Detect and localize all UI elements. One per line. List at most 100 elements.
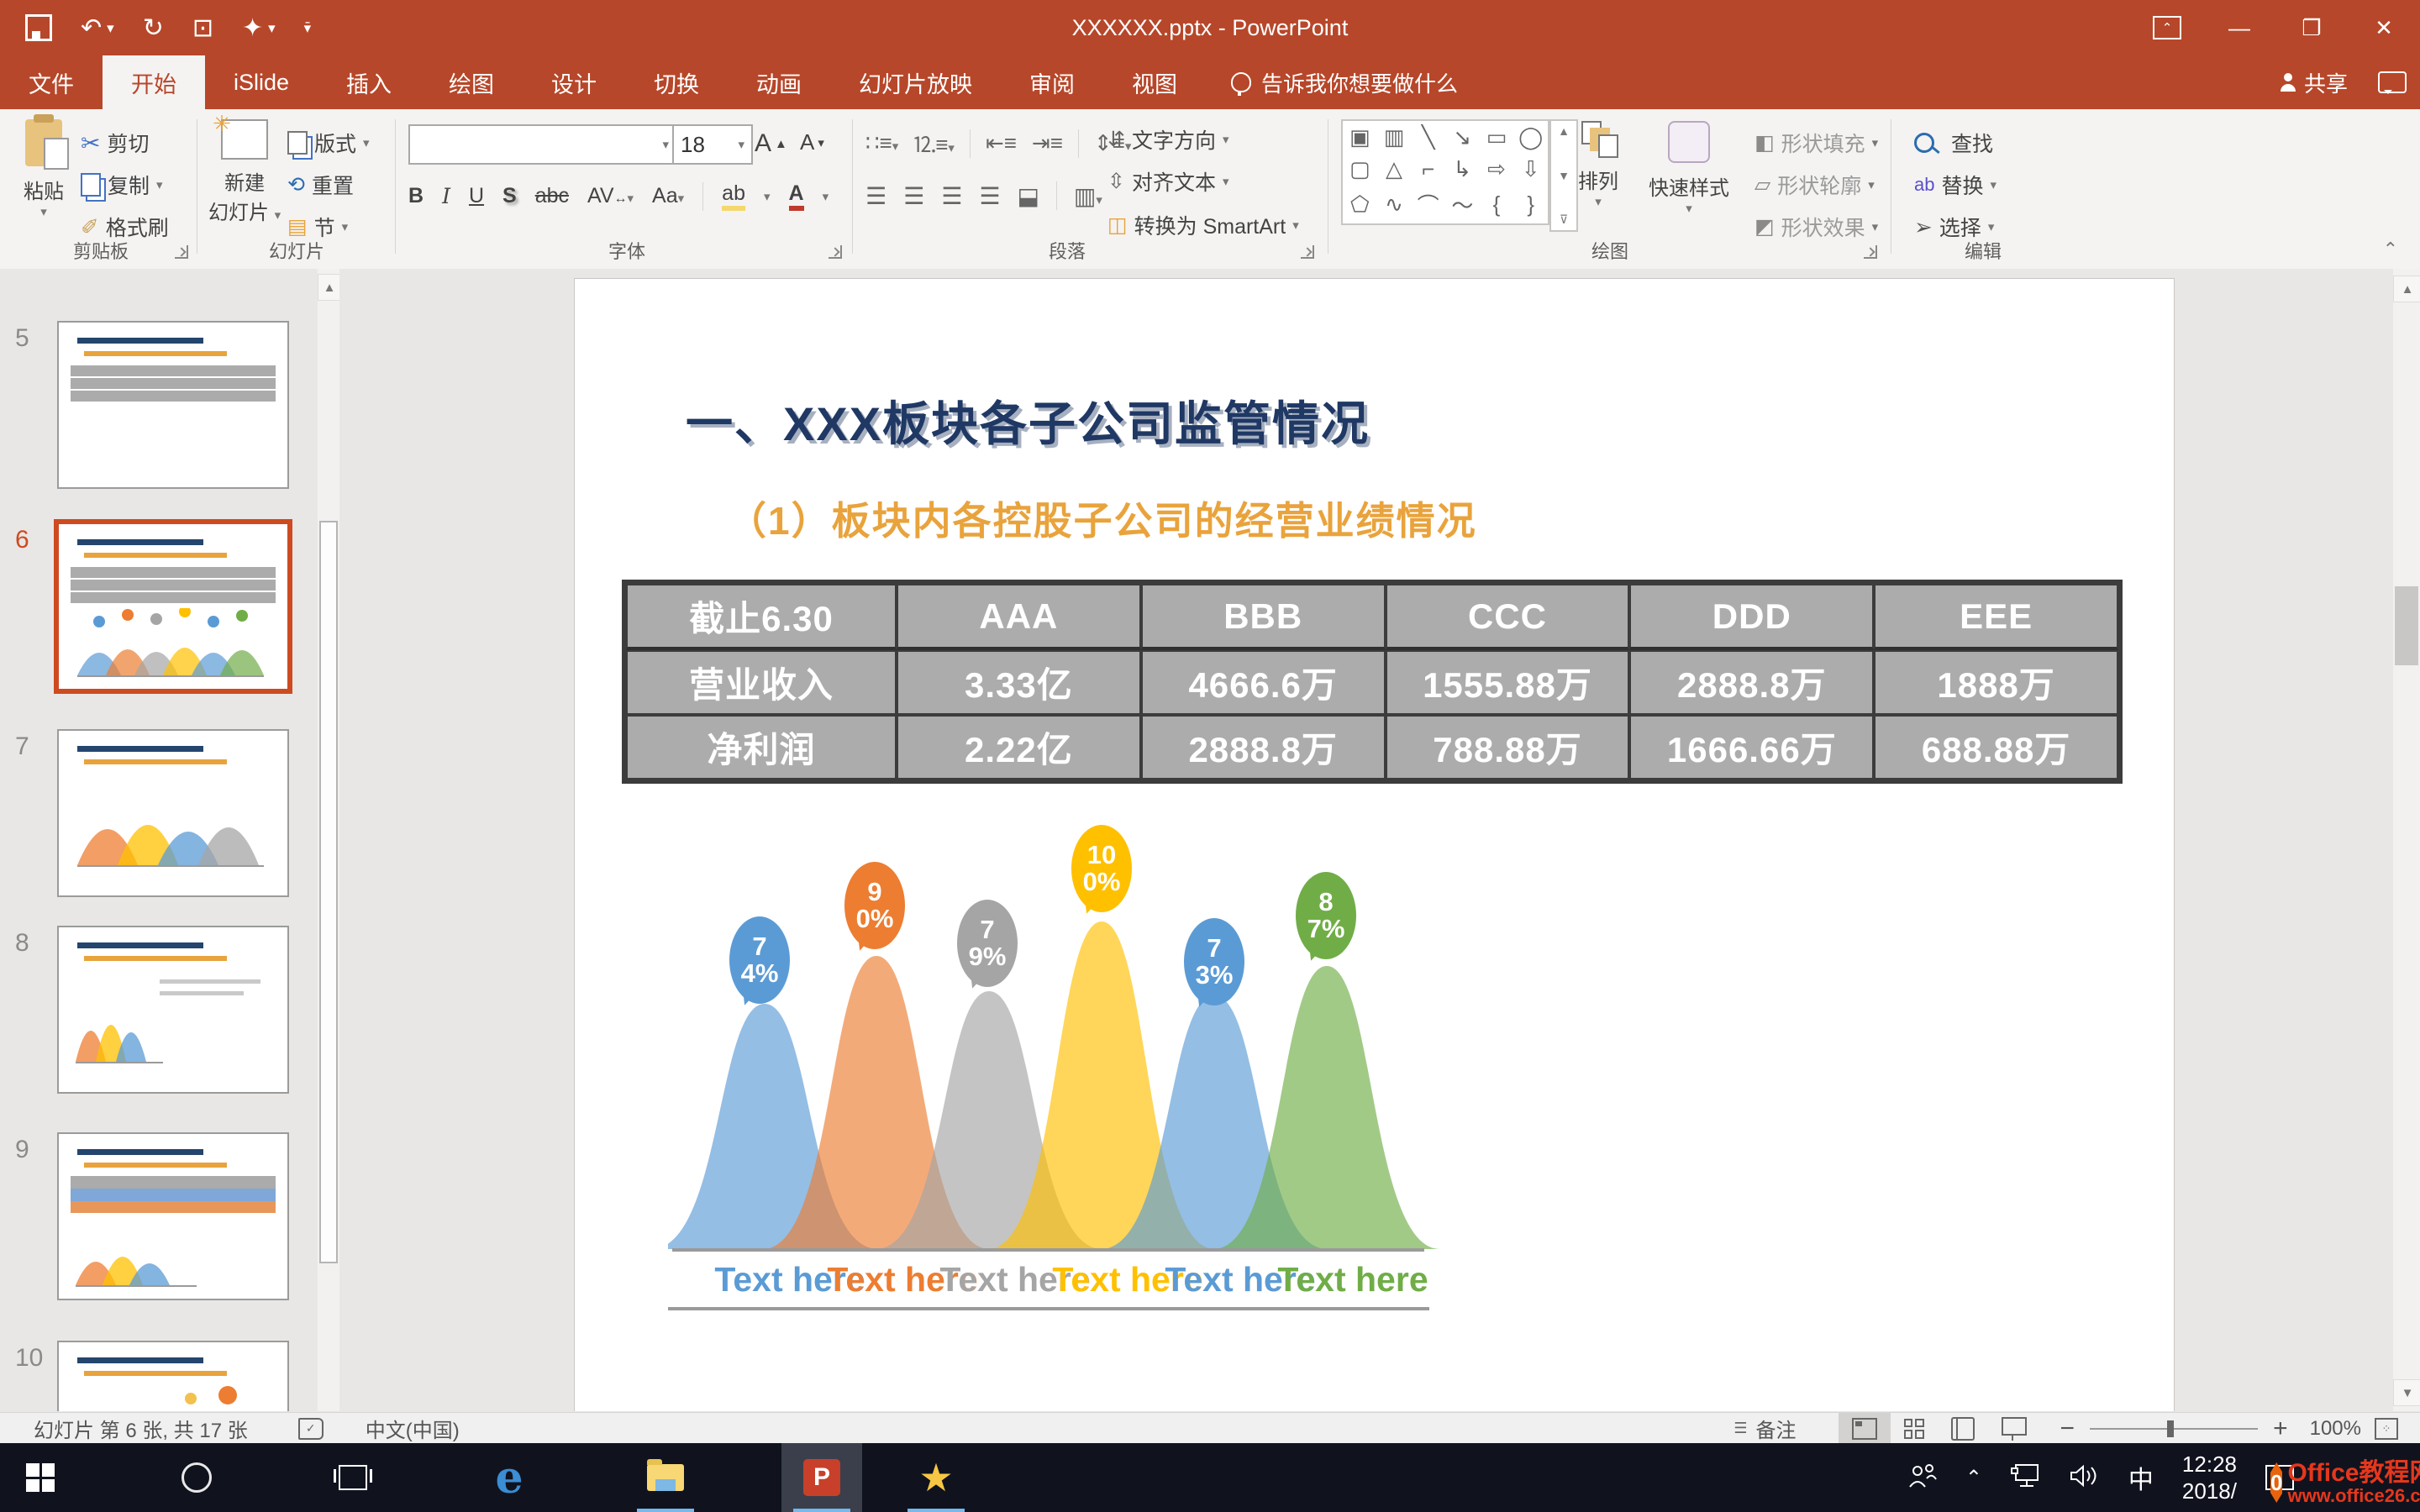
table-cell[interactable]: 1555.88万 xyxy=(1386,650,1630,715)
table-cell[interactable]: 2888.8万 xyxy=(1629,650,1874,715)
shape-round-rect-icon[interactable]: ▢ xyxy=(1349,156,1370,182)
shrink-font-button[interactable]: A▾ xyxy=(800,129,824,155)
bold-button[interactable]: B xyxy=(408,184,424,208)
table-cell[interactable]: 营业收入 xyxy=(626,650,897,715)
table-cell[interactable]: 净利润 xyxy=(626,715,897,780)
table-cell[interactable]: 2888.8万 xyxy=(1141,715,1386,780)
save-button[interactable] xyxy=(25,14,52,41)
reading-view-button[interactable] xyxy=(1938,1413,1988,1444)
layout-button[interactable]: 版式▾ xyxy=(287,128,370,158)
reset-button[interactable]: ⟲重置 xyxy=(287,170,354,200)
table-cell[interactable]: 688.88万 xyxy=(1874,715,2118,780)
table-header-cell[interactable]: DDD xyxy=(1629,584,1874,650)
balloon-value-1[interactable]: 74% xyxy=(729,916,790,1004)
start-slideshow-button[interactable]: ⊡ xyxy=(192,13,213,43)
table-cell[interactable]: 1888万 xyxy=(1874,650,2118,715)
numbering-button[interactable]: ⒓≡▾ xyxy=(913,128,955,159)
paste-button[interactable]: 粘贴 ▾ xyxy=(24,119,64,219)
paragraph-dialog-launcher[interactable] xyxy=(1301,245,1314,259)
shape-elbow-arrow-icon[interactable]: ↳ xyxy=(1453,156,1471,182)
shape-outline-button[interactable]: ▱形状轮廓▾ xyxy=(1754,170,1875,200)
tab-review[interactable]: 审阅 xyxy=(1001,55,1103,109)
balloon-value-6[interactable]: 87% xyxy=(1296,872,1356,959)
slide-thumbnail-6[interactable] xyxy=(54,519,292,694)
highlight-button[interactable]: ab xyxy=(722,181,745,211)
align-text-button[interactable]: ⇳对齐文本▾ xyxy=(1107,166,1229,197)
shape-scribble-icon[interactable]: ∿ xyxy=(1385,192,1403,218)
smartart-button[interactable]: ◫转换为 SmartArt▾ xyxy=(1107,210,1299,240)
table-cell[interactable]: 788.88万 xyxy=(1386,715,1630,780)
columns-button[interactable]: ▥▾ xyxy=(1074,182,1102,210)
tab-file[interactable]: 文件 xyxy=(0,55,103,109)
shapes-gallery-scrollbar[interactable]: ▲▼⊽ xyxy=(1549,119,1578,232)
zoom-slider[interactable] xyxy=(2090,1428,2258,1430)
file-explorer-button[interactable] xyxy=(625,1443,706,1512)
table-cell[interactable]: 2.22亿 xyxy=(897,715,1141,780)
bullets-button[interactable]: ∷≡▾ xyxy=(865,130,898,156)
change-case-button[interactable]: Aa▾ xyxy=(652,184,684,208)
shape-right-arrow-icon[interactable]: ⇨ xyxy=(1487,156,1506,182)
slide-thumbnail-9[interactable] xyxy=(57,1132,289,1300)
shape-brace-left-icon[interactable]: { xyxy=(1493,192,1501,218)
category-label-6[interactable]: Text here xyxy=(1277,1260,1428,1299)
ime-indicator[interactable]: 中 xyxy=(2128,1459,2154,1496)
balloon-value-5[interactable]: 73% xyxy=(1184,918,1244,1005)
quick-styles-button[interactable]: 快速样式▾ xyxy=(1649,121,1729,216)
thumbnail-scroll-thumb[interactable] xyxy=(319,521,338,1263)
table-header-cell[interactable]: EEE xyxy=(1874,584,2118,650)
tell-me-box[interactable]: 告诉我你想要做什么 xyxy=(1206,55,1483,109)
balloon-value-2[interactable]: 90% xyxy=(844,862,905,949)
justify-button[interactable]: ☰ xyxy=(979,182,1000,210)
notes-button[interactable]: ☰ 备注 xyxy=(1733,1414,1796,1443)
scroll-down-icon[interactable]: ▼ xyxy=(2393,1379,2420,1406)
table-header-cell[interactable]: AAA xyxy=(897,584,1141,650)
slide-number-indicator[interactable]: 幻灯片 第 6 张, 共 17 张 xyxy=(34,1414,248,1443)
decrease-indent-button[interactable]: ⇤≡ xyxy=(986,130,1017,156)
slide-table[interactable]: 截止6.30 AAA BBB CCC DDD EEE 营业收入 3.33亿 46… xyxy=(622,580,2123,784)
maximize-button[interactable]: ❐ xyxy=(2275,0,2348,55)
drawing-dialog-launcher[interactable] xyxy=(1864,245,1877,259)
powerpoint-taskbar-button[interactable]: P xyxy=(781,1443,862,1512)
table-header-cell[interactable]: CCC xyxy=(1386,584,1630,650)
redo-button[interactable]: ↻ xyxy=(143,13,164,43)
thumbnail-scroll-up-icon[interactable]: ▲ xyxy=(318,274,339,301)
start-button[interactable] xyxy=(0,1443,81,1512)
shape-freeform-icon[interactable]: ⬠ xyxy=(1350,192,1370,218)
slide-thumbnail-7[interactable] xyxy=(57,729,289,897)
cut-button[interactable]: ✂剪切 xyxy=(81,128,149,158)
comments-icon[interactable] xyxy=(2378,71,2407,93)
table-cell[interactable]: 3.33亿 xyxy=(897,650,1141,715)
minimize-button[interactable]: — xyxy=(2203,0,2275,55)
slide-thumbnail-10[interactable] xyxy=(57,1341,289,1411)
clipboard-dialog-launcher[interactable] xyxy=(175,245,188,259)
zoom-in-button[interactable]: + xyxy=(2273,1415,2288,1443)
slide-scrollbar[interactable]: ▲ ▼ xyxy=(2393,269,2420,1411)
language-indicator[interactable]: 中文(中国) xyxy=(366,1414,460,1443)
normal-view-button[interactable] xyxy=(1839,1413,1891,1444)
balloon-value-4[interactable]: 100% xyxy=(1071,825,1132,912)
volume-button[interactable] xyxy=(2070,1463,2100,1493)
touch-mode-button[interactable]: ✦▾ xyxy=(242,13,276,43)
zoom-slider-thumb[interactable] xyxy=(2167,1420,2174,1437)
table-cell[interactable]: 1666.66万 xyxy=(1629,715,1874,780)
tab-view[interactable]: 视图 xyxy=(1103,55,1206,109)
font-dialog-launcher[interactable] xyxy=(829,245,842,259)
text-shadow-button[interactable]: S xyxy=(502,184,517,208)
text-direction-button[interactable]: ⇵文字方向▾ xyxy=(1107,124,1229,155)
arrange-button[interactable]: 排列▾ xyxy=(1578,121,1618,209)
undo-dropdown-icon[interactable]: ▾ xyxy=(107,21,114,35)
slide-subtitle[interactable]: （1）板块内各控股子公司的经营业绩情况 xyxy=(728,491,1477,546)
table-header-cell[interactable]: 截止6.30 xyxy=(626,584,897,650)
italic-button[interactable]: I xyxy=(442,184,450,208)
shape-fill-button[interactable]: ◧形状填充▾ xyxy=(1754,128,1878,158)
share-button[interactable]: 共享 xyxy=(2281,67,2348,98)
find-button[interactable]: 查找 xyxy=(1914,128,1993,158)
slide-sorter-view-button[interactable] xyxy=(1891,1413,1938,1444)
shape-curve-icon[interactable]: 〜 xyxy=(1451,189,1473,220)
font-name-combobox[interactable]: ▾ xyxy=(408,124,677,165)
undo-button[interactable]: ↶▾ xyxy=(81,13,114,43)
slide-title[interactable]: 一、XXX板块各子公司监管情况 xyxy=(686,386,1370,454)
tab-draw[interactable]: 绘图 xyxy=(420,55,523,109)
shape-textbox-icon[interactable]: ▣ xyxy=(1349,124,1370,150)
favorites-app-button[interactable]: ★ xyxy=(896,1443,976,1512)
